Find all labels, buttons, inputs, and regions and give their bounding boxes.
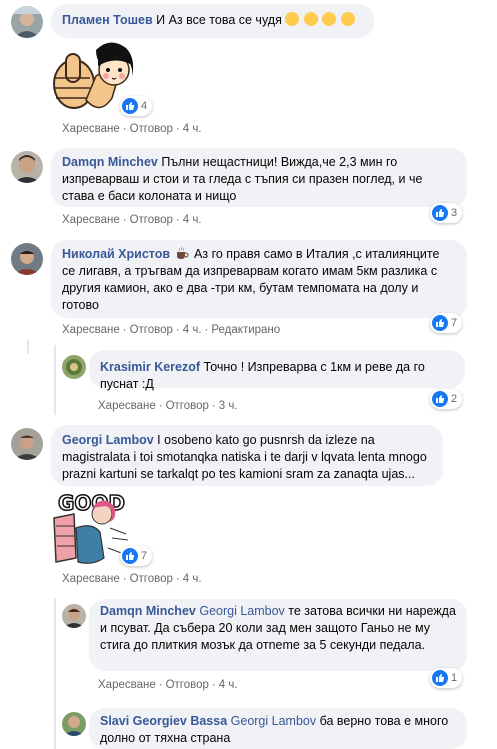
timestamp[interactable]: 3 ч. — [219, 400, 238, 412]
emoji-group — [285, 12, 355, 27]
avatar[interactable] — [11, 243, 43, 275]
timestamp[interactable]: 4 ч. — [183, 214, 202, 226]
reply-button[interactable]: Отговор — [130, 123, 173, 135]
hot-beverage-icon — [176, 246, 189, 259]
comment-actions: Харесване · Отговор · 4 ч. — [62, 573, 202, 585]
reaction-count[interactable]: 1 — [430, 668, 463, 688]
comment-actions: Харесване · Отговор · 3 ч. — [98, 400, 238, 412]
reaction-number: 2 — [451, 393, 458, 405]
slightly-frowning-emoji — [340, 12, 355, 26]
like-icon — [432, 670, 448, 686]
comment-actions: Харесване · Отговор · 4 ч. · Редактирано — [62, 324, 281, 336]
comment-bubble: Пламен Тошев И Аз все това се чудя — [51, 4, 374, 38]
avatar[interactable] — [11, 151, 43, 183]
comment-author[interactable]: Krasimir Kerezof — [100, 360, 200, 374]
timestamp[interactable]: 4 ч. — [183, 123, 202, 135]
avatar[interactable] — [11, 428, 43, 460]
thread-line — [27, 340, 29, 354]
avatar[interactable] — [11, 6, 43, 38]
reaction-count[interactable]: 3 — [430, 203, 463, 223]
like-icon — [122, 98, 138, 114]
reply-button[interactable]: Отговор — [166, 679, 209, 691]
comment-actions: Харесване · Отговор · 4 ч. — [62, 214, 202, 226]
reaction-count[interactable]: 4 — [120, 96, 153, 116]
comment-author[interactable]: Damqn Minchev — [100, 604, 196, 618]
reaction-count[interactable]: 7 — [430, 313, 463, 333]
comment-bubble: Николай Христов Аз го правя само в Итали… — [51, 240, 467, 318]
thinking-emoji — [303, 12, 318, 26]
like-button[interactable]: Харесване — [62, 214, 120, 226]
comment-bubble: Damqn Minchev Georgi Lambov те затова вс… — [89, 599, 467, 671]
avatar[interactable] — [62, 712, 86, 736]
like-icon — [122, 548, 138, 564]
comment-author[interactable]: Николай Христов — [62, 247, 170, 261]
comment-author[interactable]: Пламен Тошев — [62, 13, 153, 27]
mention-link[interactable]: Georgi Lambov — [231, 714, 316, 728]
timestamp[interactable]: 4 ч. — [183, 573, 202, 585]
reaction-number: 1 — [451, 672, 458, 684]
reply-button[interactable]: Отговор — [166, 400, 209, 412]
reaction-number: 7 — [141, 550, 148, 562]
comment-actions: Харесване · Отговор · 4 ч. — [98, 679, 238, 691]
edited-label[interactable]: Редактирано — [211, 324, 280, 336]
like-icon — [432, 205, 448, 221]
like-button[interactable]: Харесване — [62, 324, 120, 336]
comment-author[interactable]: Damqn Minchev — [62, 155, 158, 169]
like-button[interactable]: Харесване — [98, 679, 156, 691]
comment-bubble: Georgi Lambov I osobeno kato go pusnrsh … — [51, 425, 443, 486]
reaction-count[interactable]: 2 — [430, 389, 463, 409]
thinking-emoji — [322, 12, 337, 26]
reply-button[interactable]: Отговор — [130, 214, 173, 226]
reply-button[interactable]: Отговор — [130, 573, 173, 585]
like-button[interactable]: Харесване — [98, 400, 156, 412]
mention-link[interactable]: Georgi Lambov — [199, 604, 284, 618]
reaction-number: 3 — [451, 207, 458, 219]
timestamp[interactable]: 4 ч. — [183, 324, 202, 336]
comment-author[interactable]: Slavi Georgiev Bassa — [100, 714, 227, 728]
like-button[interactable]: Харесване — [62, 123, 120, 135]
like-button[interactable]: Харесване — [62, 573, 120, 585]
comment-actions: Харесване · Отговор · 4 ч. — [62, 123, 202, 135]
like-icon — [432, 315, 448, 331]
comment-text: И Аз все това се чудя — [156, 13, 282, 27]
thread-line — [54, 598, 56, 749]
reply-button[interactable]: Отговор — [130, 324, 173, 336]
avatar[interactable] — [62, 355, 86, 379]
thread-line — [54, 345, 56, 415]
comment-bubble: Slavi Georgiev Bassa Georgi Lambov ба ве… — [89, 708, 467, 749]
comment-author[interactable]: Georgi Lambov — [62, 433, 154, 447]
timestamp[interactable]: 4 ч. — [219, 679, 238, 691]
reaction-count[interactable]: 7 — [120, 546, 153, 566]
slightly-frowning-emoji — [285, 12, 300, 26]
reaction-number: 7 — [451, 317, 458, 329]
avatar[interactable] — [62, 604, 86, 628]
like-icon — [432, 391, 448, 407]
comment-bubble: Damqn Minchev Пълни нещастници! Вижда,че… — [51, 148, 467, 207]
reaction-number: 4 — [141, 100, 148, 112]
comment-bubble: Krasimir Kerezof Точно ! Изпреварва с 1к… — [89, 350, 465, 391]
